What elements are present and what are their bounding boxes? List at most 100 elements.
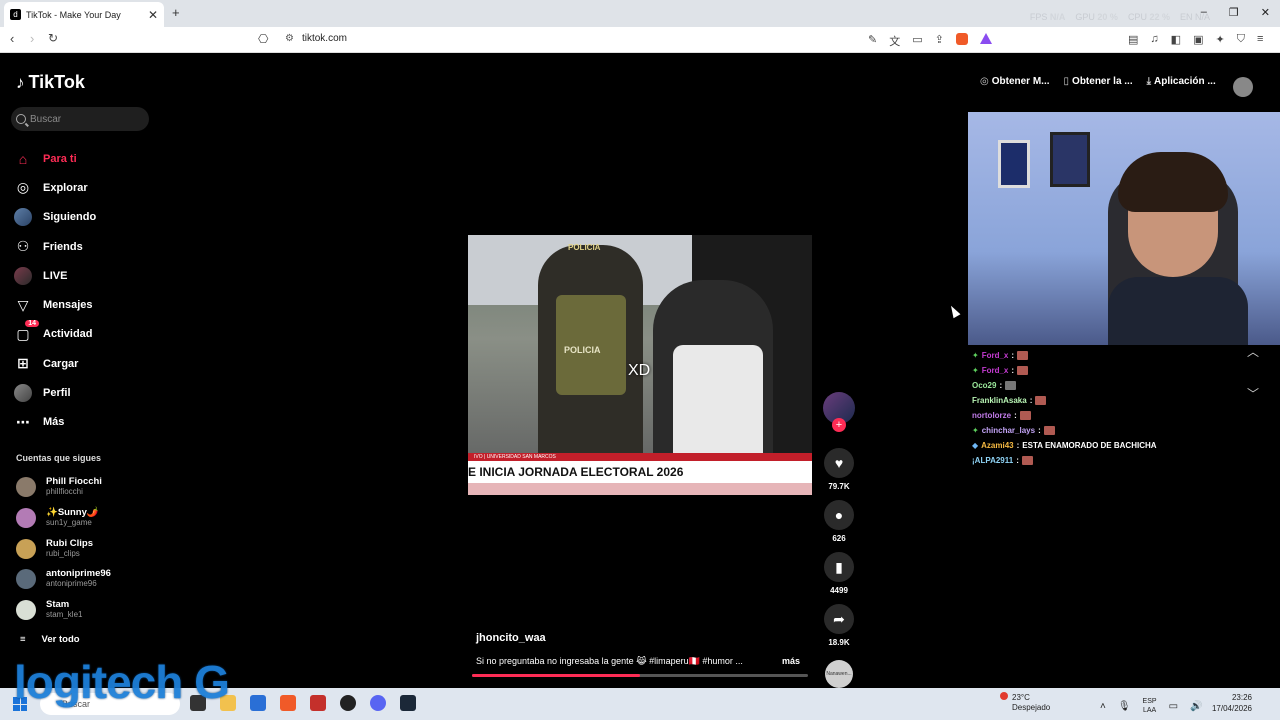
- brave-rewards-icon[interactable]: [979, 33, 992, 44]
- follow-plus-icon[interactable]: +: [832, 418, 846, 432]
- bookmark-icon[interactable]: ⎔: [258, 32, 268, 46]
- leo-ai-icon[interactable]: ✦: [1215, 33, 1224, 46]
- search-input[interactable]: Buscar: [11, 107, 149, 131]
- like-button[interactable]: ♥: [824, 448, 854, 478]
- sidebar-item-live[interactable]: LIVE: [13, 261, 153, 290]
- sidebar-item-explorar[interactable]: ◎ Explorar: [13, 173, 153, 202]
- following-item[interactable]: Stam stam_kle1: [16, 595, 156, 626]
- chat-message: ✦ chinchar_lays:: [972, 423, 1212, 438]
- browser-tab[interactable]: d TikTok - Make Your Day ✕: [4, 2, 164, 27]
- reload-icon[interactable]: ↻: [48, 31, 58, 45]
- profile-avatar-icon: [13, 383, 33, 403]
- sidebar-item-mensajes[interactable]: ▽ Mensajes: [13, 290, 153, 319]
- top-actions: ◎ Obtener M... ▯ Obtener la ... ⤓ Aplicació…: [980, 76, 1216, 87]
- brave-shields-icon[interactable]: [955, 33, 968, 45]
- see-all-button[interactable]: ≡ Ver todo: [20, 634, 80, 645]
- sidebar-item-friends[interactable]: ⚇ Friends: [13, 232, 153, 261]
- tab-search-icon[interactable]: ▤: [1128, 33, 1138, 46]
- comment-button[interactable]: ●: [824, 500, 854, 530]
- volume-icon[interactable]: 🔊: [1190, 701, 1202, 712]
- following-title: Cuentas que sigues: [16, 453, 102, 463]
- avatar: [16, 600, 36, 621]
- media-icon[interactable]: ♫: [1150, 33, 1158, 46]
- creator-avatar[interactable]: +: [823, 392, 855, 432]
- address-tools: ✎ 文 ▭ ⇪: [868, 33, 992, 49]
- sidebar-item-para-ti[interactable]: ⌂ Para ti: [13, 144, 153, 173]
- site-settings-icon[interactable]: ⚙: [285, 33, 294, 44]
- share-icon[interactable]: ⇪: [935, 33, 944, 49]
- avatar: [16, 508, 36, 529]
- get-app-button[interactable]: ▯ Obtener la ...: [1064, 76, 1133, 87]
- following-item[interactable]: antoniprime96 antoniprime96: [16, 564, 156, 595]
- chevron-down-icon[interactable]: ﹀: [1243, 385, 1263, 402]
- app-icon[interactable]: [310, 695, 326, 711]
- chevron-up-icon[interactable]: ︿: [1243, 343, 1263, 360]
- cast-icon[interactable]: ▭: [912, 33, 922, 49]
- vest-label: POLICIA: [564, 345, 601, 355]
- brave-icon[interactable]: [280, 695, 296, 711]
- news-ticker: E INICIA JORNADA ELECTORAL 2026: [468, 461, 812, 483]
- news-ticker-bar: [468, 483, 812, 495]
- steam-icon[interactable]: [400, 695, 416, 711]
- following-item[interactable]: Phill Fiocchi phillfiocchi: [16, 472, 156, 503]
- network-icon[interactable]: ▭: [1169, 701, 1178, 712]
- more-caption-button[interactable]: más: [782, 656, 800, 666]
- list-icon: ≡: [20, 634, 26, 645]
- language-indicator[interactable]: ESP LAA: [1143, 697, 1157, 715]
- reader-icon[interactable]: ✎: [868, 33, 877, 49]
- weather-widget[interactable]: 23°C Despejado: [1000, 692, 1050, 713]
- close-window-icon[interactable]: ✕: [1261, 6, 1270, 19]
- microphone-icon[interactable]: 🎙: [1118, 701, 1131, 712]
- following-list: Phill Fiocchi phillfiocchi ✨Sunny🌶️ sun1y_…: [16, 472, 156, 625]
- sidebar-item-actividad[interactable]: ▢ 14 Actividad: [13, 320, 153, 349]
- discord-icon[interactable]: [370, 695, 386, 711]
- obs-icon[interactable]: [340, 695, 356, 711]
- emote-icon: [1017, 351, 1029, 360]
- following-item[interactable]: Rubi Clips rubi_clips: [16, 533, 156, 564]
- following-avatar-icon: [13, 207, 33, 227]
- save-button[interactable]: ▮: [824, 552, 854, 582]
- chat-message: nortolorze:: [972, 408, 1212, 423]
- share-button[interactable]: ➦: [824, 604, 854, 634]
- heart-icon: ♥: [834, 455, 844, 471]
- maximize-icon[interactable]: ❐: [1229, 6, 1239, 19]
- close-tab-icon[interactable]: ✕: [148, 8, 158, 22]
- window-controls: – ❐ ✕: [1201, 6, 1270, 19]
- sidebar-item-cargar[interactable]: ⊞ Cargar: [13, 349, 153, 378]
- webcam-body: [1108, 277, 1248, 345]
- emote-icon: [1035, 396, 1047, 405]
- tiktok-logo[interactable]: ♪ TikTok: [16, 72, 85, 93]
- vpn-icon[interactable]: ⛉: [1237, 33, 1245, 46]
- forward-icon[interactable]: ›: [30, 31, 34, 46]
- sidebar-item-siguiendo[interactable]: Siguiendo: [13, 203, 153, 232]
- stream-chat: ✦ Ford_x: ✦ Ford_x: Oco29: FranklinAsaka…: [972, 348, 1212, 468]
- chat-message: FranklinAsaka:: [972, 393, 1212, 408]
- translate-icon[interactable]: 文: [889, 33, 900, 49]
- video-author[interactable]: jhoncito_waa: [476, 632, 546, 644]
- activity-badge: 14: [25, 320, 39, 328]
- menu-icon[interactable]: ≡: [1257, 33, 1263, 46]
- sidebar-item-perfil[interactable]: Perfil: [13, 378, 153, 407]
- webcam-hair: [1118, 152, 1228, 212]
- get-coins-button[interactable]: ◎ Obtener M...: [980, 76, 1050, 87]
- weather-icon: [1000, 692, 1008, 700]
- wallet-icon[interactable]: ▣: [1193, 33, 1203, 46]
- back-icon[interactable]: ‹: [10, 31, 14, 46]
- video-progress-bar[interactable]: [472, 674, 808, 677]
- tab-title: TikTok - Make Your Day: [26, 9, 121, 20]
- minimize-icon[interactable]: –: [1201, 6, 1207, 19]
- clock[interactable]: 23:26 17/04/2026: [1210, 692, 1252, 714]
- like-count: 79.7K: [828, 482, 850, 491]
- new-tab-icon[interactable]: +: [172, 5, 180, 20]
- webcam-overlay: [968, 112, 1280, 345]
- tray-expand-icon[interactable]: ˄: [1100, 701, 1106, 712]
- download-app-button[interactable]: ⤓ Aplicación ...: [1147, 76, 1216, 87]
- sidebar-item-mas[interactable]: ⋯ Más: [13, 408, 153, 437]
- address-bar[interactable]: ⚙ tiktok.com: [285, 33, 347, 44]
- following-item[interactable]: ✨Sunny🌶️ sun1y_game: [16, 503, 156, 534]
- video-player[interactable]: POLICIA POLICIA XD IVO | UNIVERSIDAD SAN…: [468, 235, 812, 495]
- sidebar-icon[interactable]: ◧: [1171, 33, 1181, 46]
- store-icon[interactable]: [250, 695, 266, 711]
- music-disc[interactable]: Nanawen...: [825, 660, 853, 688]
- user-avatar[interactable]: [1233, 77, 1253, 97]
